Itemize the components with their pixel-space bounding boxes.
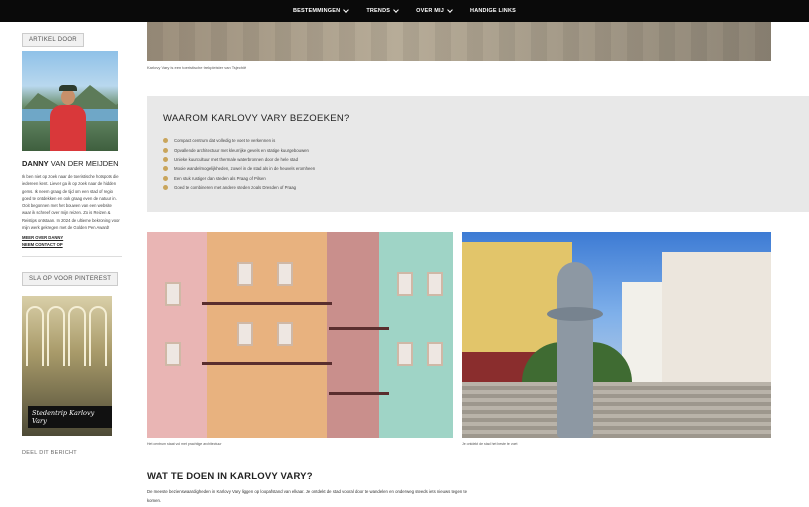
list-item: Unieke kuurcultuur met thermale waterbro…: [163, 155, 315, 164]
section-text: De meeste bezienswaardigheden in Karlovy…: [147, 489, 468, 503]
window: [397, 272, 413, 296]
fountain-bowl: [547, 307, 603, 321]
share-label: DEEL DIT BERICHT: [22, 450, 77, 457]
arch-shape: [68, 306, 86, 367]
statue-column: [557, 262, 593, 438]
article-by-label: ARTIKEL DOOR: [22, 33, 84, 47]
arch-shape: [47, 306, 65, 367]
nav-item-handige-links[interactable]: HANDIGE LINKS: [470, 8, 516, 14]
bullet-icon: [163, 138, 168, 144]
bullet-icon: [163, 147, 168, 153]
window: [397, 342, 413, 366]
arch-shape: [89, 306, 107, 367]
list-item-text: Unieke kuurcultuur met thermale waterbro…: [174, 156, 298, 162]
bullet-icon: [163, 185, 168, 191]
pinterest-label: SLA OP VOOR PINTEREST: [22, 272, 119, 287]
why-visit-list: Compact centrum dat volledig te voet te …: [163, 136, 315, 192]
chevron-down-icon: [447, 7, 453, 13]
author-photo: [22, 51, 118, 151]
window: [165, 342, 181, 366]
author-name: DANNY VAN DER MEIJDEN: [22, 159, 122, 168]
window: [427, 272, 443, 296]
balcony: [202, 302, 332, 305]
list-item: Compact centrum dat volledig te voet te …: [163, 136, 315, 145]
window: [277, 262, 293, 286]
balcony: [329, 327, 389, 330]
building-mint: [379, 232, 453, 438]
list-item-text: Opvallende architectuur met kleurrijke g…: [174, 147, 309, 153]
balcony: [202, 362, 332, 365]
list-item: Mooie wandelmogelijkheden, zowel in de s…: [163, 164, 315, 173]
list-item: Een stuk rustiger dan steden als Praag o…: [163, 174, 315, 183]
chevron-down-icon: [393, 7, 399, 13]
list-item: Opvallende architectuur met kleurrijke g…: [163, 145, 315, 154]
person-body: [50, 105, 86, 151]
contact-link[interactable]: NEEM CONTACT OP: [22, 242, 122, 247]
list-item-text: Mooie wandelmogelijkheden, zowel in de s…: [174, 166, 316, 172]
divider: [22, 256, 122, 258]
fountain-statue-photo: [462, 232, 771, 438]
photo-caption-left: Het centrum staat vol met prachtige arch…: [147, 442, 222, 446]
more-about-author-link[interactable]: MEER OVER DANNY: [22, 235, 122, 240]
bullet-icon: [163, 156, 168, 162]
why-visit-box: WAAROM KARLOVY VARY BEZOEKEN? Compact ce…: [147, 96, 809, 212]
list-item-text: Goed te combineren met andere steden zoa…: [174, 185, 297, 191]
building-tower: [662, 252, 771, 382]
building-orange: [207, 232, 327, 438]
list-item-text: Compact centrum dat volledig te voet te …: [174, 138, 276, 144]
bullet-icon: [163, 175, 168, 181]
colorful-buildings-photo: [147, 232, 453, 438]
list-item: Goed te combineren met andere steden zoa…: [163, 183, 315, 192]
hero-caption: Karlovy Vary is een toeristische trekple…: [147, 65, 247, 70]
chevron-down-icon: [343, 7, 350, 13]
sidebar: ARTIKEL DOOR DANNY VAN DER MEIJDEN Ik be…: [22, 28, 122, 456]
person-head: [61, 89, 75, 105]
window: [165, 282, 181, 306]
pinterest-image[interactable]: REISBLOG Stedentrip Karlovy Vary: [22, 296, 112, 437]
window: [237, 322, 253, 346]
why-visit-title: WAAROM KARLOVY VARY BEZOEKEN?: [163, 113, 350, 124]
author-bio: Ik ben niet op zoek naar de toeristische…: [22, 174, 120, 231]
author-last-name: VAN DER MEIJDEN: [50, 159, 119, 168]
hero-image: [147, 22, 771, 61]
nav-item-label: BESTEMMINGEN: [292, 8, 341, 14]
paving-texture: [147, 22, 771, 61]
pin-caption: Stedentrip Karlovy Vary: [28, 406, 112, 429]
balcony: [329, 392, 389, 395]
photo-caption-right: Je ontdekt de stad het beste te voet: [462, 442, 518, 446]
window: [427, 342, 443, 366]
author-first-name: DANNY: [22, 159, 49, 168]
stairs: [462, 382, 771, 438]
arch-shape: [26, 306, 44, 367]
list-item-text: Een stuk rustiger dan steden als Praag o…: [174, 175, 266, 181]
section-title: WAT TE DOEN IN KARLOVY VARY?: [147, 471, 313, 482]
nav-item-bestemmingen[interactable]: BESTEMMINGEN: [292, 7, 350, 14]
person-hat: [59, 85, 77, 91]
building-pink: [147, 232, 207, 438]
nav-item-label: OVER MIJ: [416, 8, 445, 14]
nav-item-trends[interactable]: TRENDS: [366, 7, 399, 14]
nav-item-label: HANDIGE LINKS: [470, 8, 517, 14]
top-navigation: BESTEMMINGEN TRENDS OVER MIJ HANDIGE LIN…: [0, 0, 809, 22]
nav-item-over-mij[interactable]: OVER MIJ: [416, 7, 453, 14]
building-rose: [327, 232, 379, 438]
bullet-icon: [163, 166, 168, 172]
window: [277, 322, 293, 346]
window: [237, 262, 253, 286]
nav-item-label: TRENDS: [366, 8, 391, 14]
